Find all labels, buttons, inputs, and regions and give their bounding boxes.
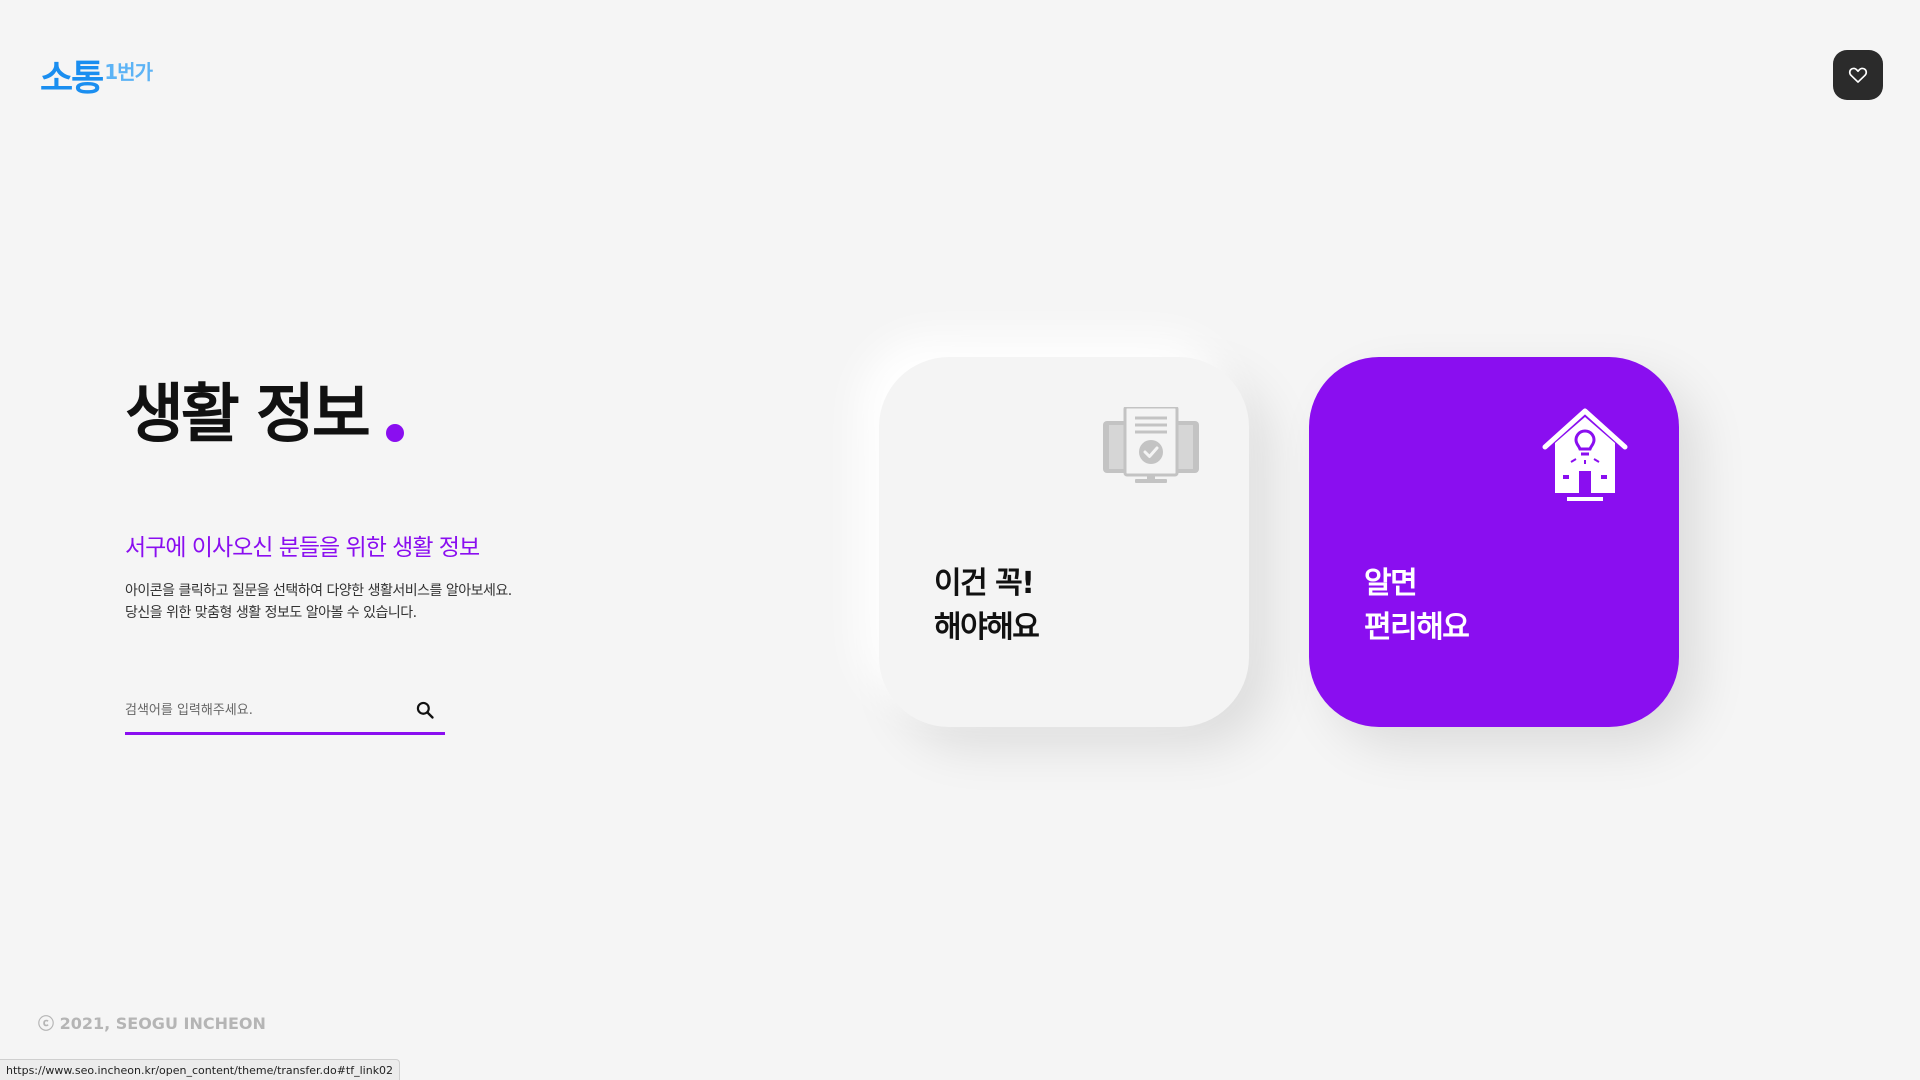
search-icon: [416, 701, 434, 719]
logo-sub-text: 1번가: [104, 60, 153, 84]
page: 소통 1번가 생활 정보 서구에 이사오신 분들을 위한 생활 정보 아이콘을 …: [0, 0, 1920, 1080]
status-bar-url: https://www.seo.incheon.kr/open_content/…: [0, 1059, 401, 1080]
card-must-do-line-1: 이건 꼭!: [934, 566, 1035, 601]
heart-icon: [1848, 67, 1868, 83]
search-bar: [125, 688, 445, 735]
house-lightbulb-icon: [1542, 408, 1628, 501]
logo-main-text: 소통: [40, 58, 104, 99]
title-accent-dot: [385, 424, 404, 443]
copyright-text: ⓒ 2021, SEOGU INCHEON: [38, 1014, 266, 1033]
card-useful-title: 알면 편리해요: [1364, 562, 1470, 650]
card-useful-line-1: 알면: [1364, 566, 1418, 601]
document-monitor-icon: [1103, 407, 1199, 483]
card-must-do-line-2: 해야해요: [934, 610, 1040, 645]
card-must-do-title: 이건 꼭! 해야해요: [934, 562, 1040, 650]
page-description: 아이콘을 클릭하고 질문을 선택하여 다양한 생활서비스를 알아보세요. 당신을…: [125, 580, 512, 624]
search-input[interactable]: [125, 690, 405, 730]
site-logo[interactable]: 소통 1번가: [40, 56, 153, 99]
favorite-button[interactable]: [1833, 50, 1883, 100]
page-title: 생활 정보: [125, 380, 404, 450]
search-button[interactable]: [405, 690, 445, 730]
description-line-2: 당신을 위한 맞춤형 생활 정보도 알아볼 수 있습니다.: [125, 605, 417, 621]
card-useful-line-2: 편리해요: [1364, 610, 1470, 645]
page-title-text: 생활 정보: [125, 378, 371, 452]
card-must-do[interactable]: 이건 꼭! 해야해요: [879, 357, 1249, 727]
description-line-1: 아이콘을 클릭하고 질문을 선택하여 다양한 생활서비스를 알아보세요.: [125, 583, 512, 599]
page-subtitle: 서구에 이사오신 분들을 위한 생활 정보: [125, 535, 480, 561]
card-useful-to-know[interactable]: 알면 편리해요: [1309, 357, 1679, 727]
